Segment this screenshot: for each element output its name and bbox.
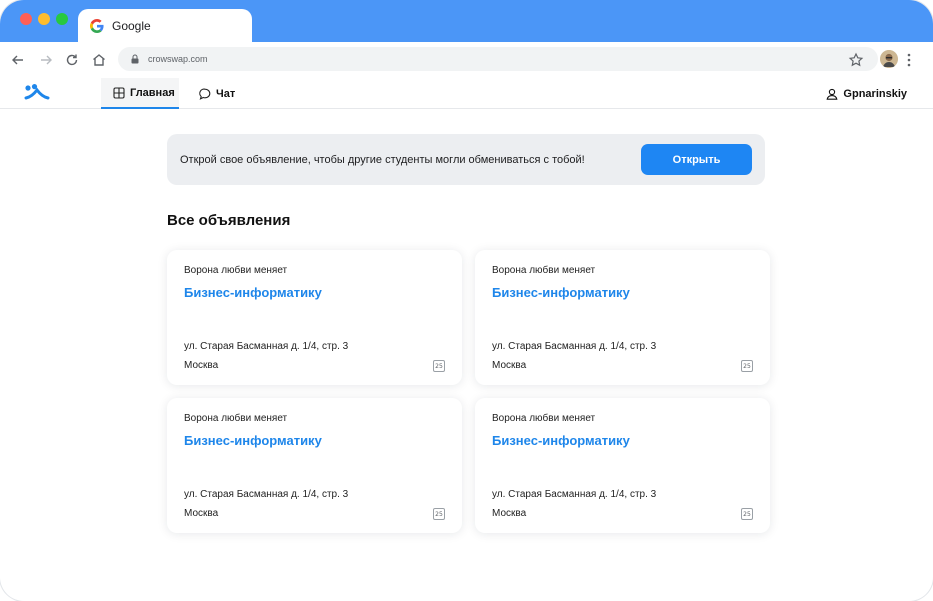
user-menu[interactable]: Gpnarinskiy: [826, 78, 907, 109]
listing-subject-link[interactable]: Бизнес-информатику: [492, 285, 630, 300]
listing-city: Москва: [184, 508, 219, 519]
bookmark-star-icon[interactable]: [848, 52, 864, 68]
forward-arrow-icon[interactable]: [38, 52, 54, 68]
calendar-icon: 25: [741, 508, 753, 520]
profile-avatar[interactable]: [880, 50, 898, 68]
calendar-icon: 25: [433, 508, 445, 520]
nav-tab-label: Чат: [216, 87, 236, 100]
title-bar: Google: [0, 0, 933, 42]
nav-tab-label: Главная: [130, 86, 175, 99]
address-bar[interactable]: crowswap.com: [118, 47, 878, 71]
google-icon: [90, 18, 104, 33]
create-listing-banner: Открой свое объявление, чтобы другие сту…: [167, 134, 765, 185]
user-name: Gpnarinskiy: [843, 87, 907, 100]
reload-icon[interactable]: [64, 52, 80, 68]
listing-owner: Ворона любви меняет: [184, 265, 288, 276]
open-listing-button[interactable]: Открыть: [641, 144, 752, 175]
listing-address: ул. Старая Басманная д. 1/4, стр. 3: [184, 489, 349, 500]
avatar-face-icon: [880, 50, 898, 68]
listing-card[interactable]: Ворона любви меняет Бизнес-информатику у…: [167, 250, 462, 385]
browser-tab[interactable]: Google: [78, 9, 252, 42]
listing-card[interactable]: Ворона любви меняет Бизнес-информатику у…: [475, 398, 770, 533]
minimize-window-button[interactable]: [38, 13, 50, 25]
listing-city: Москва: [184, 360, 219, 371]
listing-subject-link[interactable]: Бизнес-информатику: [492, 433, 630, 448]
calendar-icon: 25: [433, 360, 445, 372]
url-text: crowswap.com: [148, 54, 208, 64]
browser-toolbar: crowswap.com: [0, 42, 933, 78]
crowswap-logo-icon[interactable]: [24, 84, 50, 100]
listing-card[interactable]: Ворона любви меняет Бизнес-информатику у…: [167, 398, 462, 533]
grid-icon: [113, 86, 125, 99]
listing-city: Москва: [492, 360, 527, 371]
nav-tab-home[interactable]: Главная: [101, 78, 179, 109]
listing-owner: Ворона любви меняет: [492, 265, 596, 276]
listing-address: ул. Старая Басманная д. 1/4, стр. 3: [492, 489, 657, 500]
nav-tab-chat[interactable]: Чат: [199, 78, 235, 109]
back-arrow-icon[interactable]: [10, 52, 26, 68]
maximize-window-button[interactable]: [56, 13, 68, 25]
listing-subject-link[interactable]: Бизнес-информатику: [184, 433, 322, 448]
lock-icon: [131, 54, 139, 64]
listing-subject-link[interactable]: Бизнес-информатику: [184, 285, 322, 300]
listing-city: Москва: [492, 508, 527, 519]
more-menu-icon[interactable]: [906, 52, 912, 68]
calendar-icon: 25: [741, 360, 753, 372]
chat-bubble-icon: [199, 88, 211, 100]
home-icon[interactable]: [91, 52, 107, 68]
section-title: Все объявления: [167, 212, 291, 229]
listing-owner: Ворона любви меняет: [184, 413, 288, 424]
close-window-button[interactable]: [20, 13, 32, 25]
banner-text: Открой свое объявление, чтобы другие сту…: [180, 153, 585, 166]
listing-owner: Ворона любви меняет: [492, 413, 596, 424]
listing-card[interactable]: Ворона любви меняет Бизнес-информатику у…: [475, 250, 770, 385]
app-header: Главная Чат Gpnarinskiy: [0, 78, 933, 109]
user-icon: [826, 88, 838, 100]
listing-address: ул. Старая Басманная д. 1/4, стр. 3: [184, 341, 349, 352]
browser-window: Google crowswap.com Главная Чат Gpnarins…: [0, 0, 933, 601]
tab-title: Google: [112, 18, 151, 33]
listing-address: ул. Старая Басманная д. 1/4, стр. 3: [492, 341, 657, 352]
